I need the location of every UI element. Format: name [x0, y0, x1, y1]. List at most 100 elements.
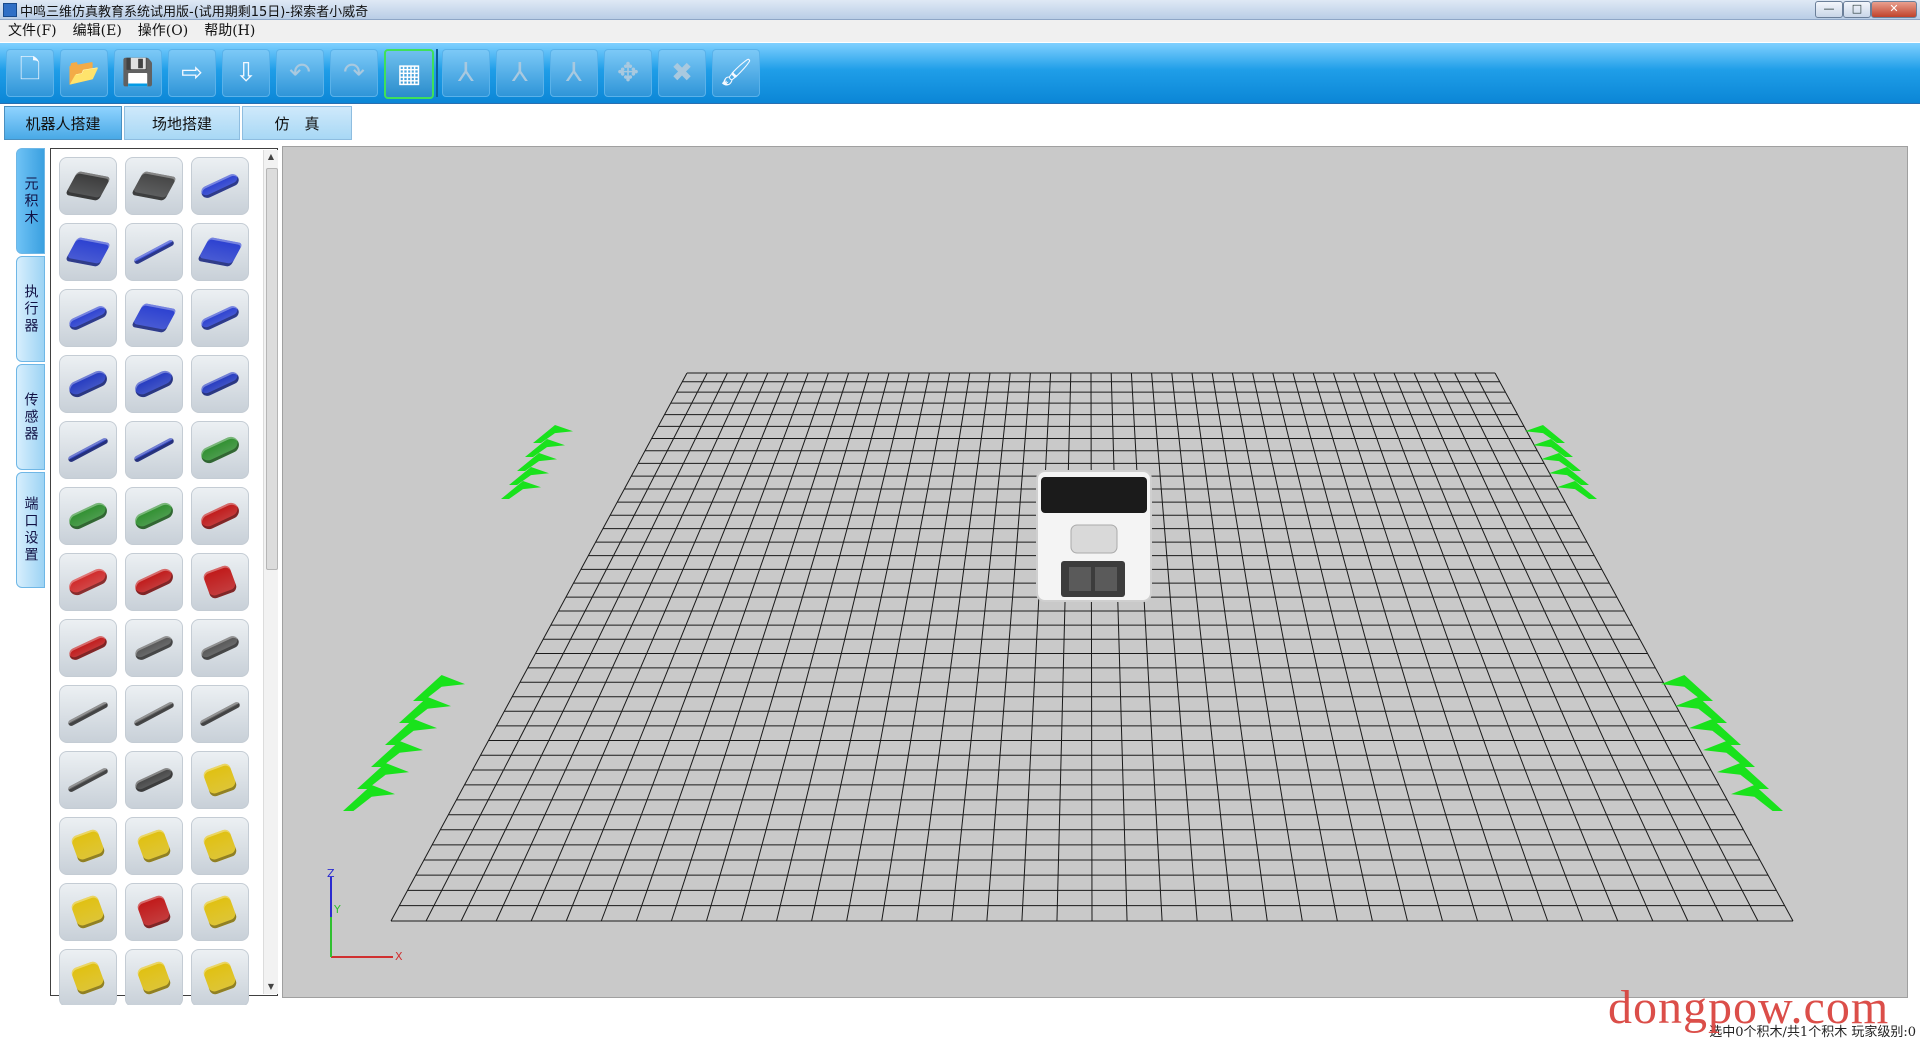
robot-controller[interactable] — [1036, 470, 1152, 602]
connector-yellow-icon — [202, 762, 238, 798]
part-beam-gray-11[interactable] — [191, 685, 249, 743]
maximize-button[interactable]: □ — [1843, 1, 1871, 18]
part-connector-yellow-arm[interactable] — [191, 949, 249, 1007]
paint-icon: 🖌 — [719, 58, 753, 88]
menu-edit[interactable]: 编辑(E) — [65, 20, 130, 42]
redo-button[interactable]: ↷ — [330, 49, 378, 97]
pin-green-large-icon — [66, 500, 110, 532]
mode-tabs: 机器人搭建 场地搭建 仿 真 — [0, 104, 1920, 142]
direction-arrow-icon — [1703, 741, 1755, 767]
part-pin-red[interactable] — [125, 553, 183, 611]
beam-gray-11-icon — [199, 701, 241, 727]
part-connector-yellow-cross[interactable] — [59, 817, 117, 875]
close-button[interactable]: ✕ — [1871, 1, 1917, 18]
menu-operate[interactable]: 操作(O) — [130, 20, 196, 42]
floor-grid — [390, 372, 1794, 922]
part-pin-green-short[interactable] — [125, 487, 183, 545]
part-connector-yellow-angle[interactable] — [125, 817, 183, 875]
part-beam-gray-thick[interactable] — [125, 751, 183, 809]
axis-rotate-x-button[interactable]: ⅄ — [442, 49, 490, 97]
axle-blue-thin-icon — [67, 437, 109, 463]
axis-rotate-z-button[interactable]: ⅄ — [550, 49, 598, 97]
direction-arrow-icon — [357, 763, 409, 789]
part-beam-blue-medium[interactable] — [191, 289, 249, 347]
minimize-button[interactable]: — — [1815, 1, 1843, 18]
part-connector-yellow-l[interactable] — [59, 949, 117, 1007]
paint-button[interactable]: 🖌 — [712, 49, 760, 97]
axle-blue-icon — [199, 370, 241, 398]
axis-rotate-x-icon: ⅄ — [458, 58, 474, 88]
connector-yellow-bent-icon — [136, 960, 172, 996]
toolbar: 🗋 📂 💾 ⇨ ⇩ ↶ ↷ ▦ ⅄ ⅄ ⅄ ✥ ✖ 🖌 — [0, 43, 1920, 104]
part-plate-blue-large[interactable] — [191, 223, 249, 281]
tab-field-build[interactable]: 场地搭建 — [124, 106, 240, 140]
part-bush-red[interactable] — [191, 553, 249, 611]
part-connector-yellow-double[interactable] — [59, 883, 117, 941]
import-button[interactable]: ⇩ — [222, 49, 270, 97]
scroll-down-arrow-icon[interactable]: ▼ — [264, 980, 278, 994]
open-folder-button[interactable]: 📂 — [60, 49, 108, 97]
direction-arrow-icon — [509, 467, 549, 485]
part-pin-blue[interactable] — [125, 355, 183, 413]
export-button[interactable]: ⇨ — [168, 49, 216, 97]
menu-help[interactable]: 帮助(H) — [196, 20, 263, 42]
pin-red-icon — [132, 566, 176, 598]
part-pin-green[interactable] — [191, 421, 249, 479]
scroll-up-arrow-icon[interactable]: ▲ — [264, 150, 278, 164]
side-tab-sensors[interactable]: 传感器 — [16, 364, 45, 470]
part-connector-yellow[interactable] — [191, 751, 249, 809]
direction-arrow-icon — [385, 719, 437, 745]
part-beam-blue-long[interactable] — [59, 289, 117, 347]
part-axle-blue[interactable] — [191, 355, 249, 413]
part-plate-blue-holes[interactable] — [59, 223, 117, 281]
part-pin-blue-double[interactable] — [59, 355, 117, 413]
part-beam-gray-9[interactable] — [125, 685, 183, 743]
axis-rotate-y-button[interactable]: ⅄ — [496, 49, 544, 97]
beam-gray-5-icon — [199, 634, 241, 662]
tab-robot-build[interactable]: 机器人搭建 — [4, 106, 122, 140]
side-tab-actuators[interactable]: 执行器 — [16, 256, 45, 362]
side-tab-port-settings[interactable]: 端口设置 — [16, 472, 45, 588]
part-axle-blue-thin[interactable] — [59, 421, 117, 479]
delete-button[interactable]: ✖ — [658, 49, 706, 97]
undo-button[interactable]: ↶ — [276, 49, 324, 97]
part-axle-blue-long[interactable] — [125, 421, 183, 479]
beam-blue-long-icon — [67, 304, 109, 332]
part-beam-gray-15[interactable] — [59, 751, 117, 809]
3d-viewport[interactable]: Z Y X — [282, 146, 1908, 998]
z-axis-label: Z — [327, 867, 335, 880]
menu-file[interactable]: 文件(F) — [0, 20, 65, 42]
part-beam-gray-3[interactable] — [125, 619, 183, 677]
assembly-icon: ▦ — [396, 59, 422, 89]
part-plate-2x2-dark[interactable] — [59, 157, 117, 215]
part-gear-red[interactable] — [125, 883, 183, 941]
part-connector-yellow-hub[interactable] — [191, 883, 249, 941]
direction-arrow-icon — [343, 785, 395, 811]
part-connector-yellow-bent[interactable] — [125, 949, 183, 1007]
parts-scrollbar[interactable]: ▲ ▼ — [263, 150, 278, 994]
part-plate-2x2-holes-dark[interactable] — [125, 157, 183, 215]
part-beam-blue-short[interactable] — [191, 157, 249, 215]
direction-arrow-icon — [501, 481, 541, 499]
gear-red-icon — [136, 894, 172, 930]
part-beam-gray-5[interactable] — [191, 619, 249, 677]
part-beam-blue-thin[interactable] — [125, 223, 183, 281]
part-beam-gray-7[interactable] — [59, 685, 117, 743]
assembly-button[interactable]: ▦ — [384, 49, 434, 99]
open-folder-icon: 📂 — [67, 58, 101, 88]
part-plate-blue-long[interactable] — [125, 289, 183, 347]
move-button[interactable]: ✥ — [604, 49, 652, 97]
beam-blue-thin-icon — [133, 239, 175, 265]
scroll-thumb[interactable] — [266, 168, 278, 570]
part-connector-yellow-t[interactable] — [191, 817, 249, 875]
part-connector-red[interactable] — [59, 553, 117, 611]
new-file-button[interactable]: 🗋 — [6, 49, 54, 97]
save-button[interactable]: 💾 — [114, 49, 162, 97]
part-axle-red[interactable] — [59, 619, 117, 677]
tab-simulation[interactable]: 仿 真 — [242, 106, 352, 140]
part-pin-red-large[interactable] — [191, 487, 249, 545]
side-tab-elements[interactable]: 元积木 — [16, 148, 45, 254]
part-pin-green-large[interactable] — [59, 487, 117, 545]
watermark: dongpow.com — [1608, 981, 1890, 1034]
axle-blue-long-icon — [133, 437, 175, 463]
